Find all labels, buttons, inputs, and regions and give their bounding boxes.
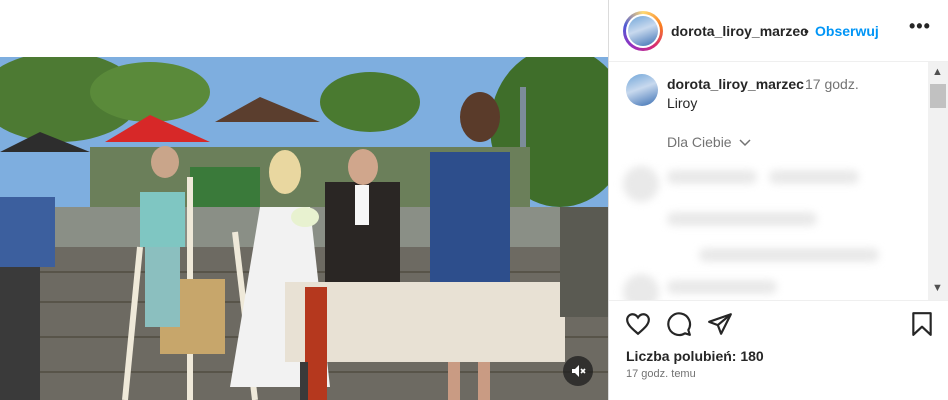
post-timestamp[interactable]: 17 godz. temu — [626, 368, 696, 380]
scroll-down-icon[interactable]: ▼ — [932, 282, 943, 294]
caption-text: Liroy — [667, 95, 698, 111]
caption-avatar[interactable] — [626, 74, 658, 106]
scrollbar-thumb[interactable] — [930, 84, 946, 108]
blurred-comment-text — [667, 212, 817, 226]
translation-label: Dla Ciebie — [667, 134, 732, 150]
media-top-blank — [0, 0, 608, 57]
follow-button[interactable]: Obserwuj — [815, 23, 879, 39]
mute-button[interactable] — [563, 356, 593, 386]
comments-section[interactable]: dorota_liroy_marzec 17 godz. Liroy Dla C… — [609, 62, 948, 300]
scroll-up-icon[interactable]: ▲ — [932, 66, 943, 78]
comment-icon[interactable] — [666, 311, 692, 337]
send-icon[interactable] — [707, 311, 733, 337]
blurred-comment-text — [667, 170, 757, 184]
blurred-comment-avatar — [623, 166, 659, 202]
profile-avatar[interactable] — [623, 11, 663, 51]
blurred-comment-text — [769, 170, 859, 184]
bookmark-icon[interactable] — [909, 311, 935, 337]
post-actions: Liczba polubień: 180 17 godz. temu — [609, 300, 948, 400]
comments-scrollbar[interactable]: ▲ ▼ — [928, 62, 948, 300]
wedding-scene-image — [0, 57, 608, 400]
header-separator: • — [804, 23, 809, 39]
chevron-down-icon — [739, 139, 752, 147]
post-video[interactable] — [0, 57, 608, 400]
blurred-comment-text — [699, 248, 879, 262]
translation-toggle[interactable]: Dla Ciebie — [667, 134, 752, 150]
more-options-icon[interactable]: ••• — [909, 16, 931, 37]
blurred-comment-text — [667, 280, 777, 294]
blurred-comment-avatar — [623, 274, 659, 300]
heart-icon[interactable] — [625, 311, 651, 337]
speaker-muted-icon — [572, 365, 586, 377]
likes-count[interactable]: Liczba polubień: 180 — [626, 348, 764, 364]
post-header: dorota_liroy_marzec • Obserwuj ••• — [609, 0, 948, 62]
caption-time: 17 godz. — [805, 76, 859, 92]
caption-username[interactable]: dorota_liroy_marzec — [667, 76, 804, 92]
post-side-panel: dorota_liroy_marzec • Obserwuj ••• dorot… — [608, 0, 948, 400]
header-username[interactable]: dorota_liroy_marzec — [671, 23, 808, 39]
